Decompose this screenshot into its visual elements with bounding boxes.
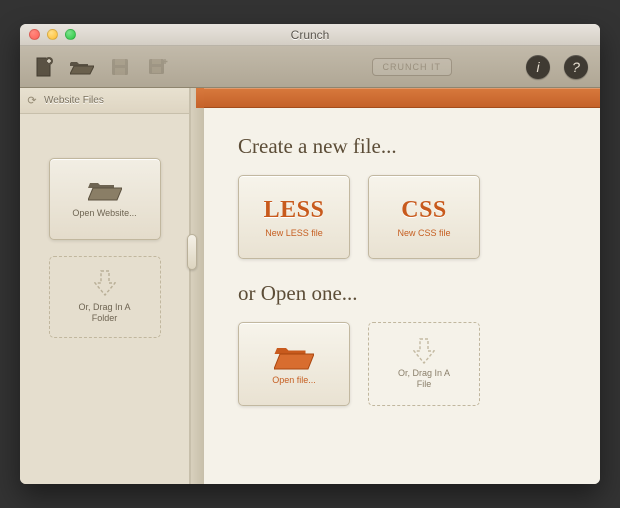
- css-title: CSS: [401, 197, 447, 224]
- less-subtitle: New LESS file: [265, 228, 323, 238]
- app-window: Crunch: [20, 24, 600, 484]
- sidebar: ⟳ Website Files Open Website... Or, Drag…: [20, 88, 190, 484]
- open-file-label: Open file...: [272, 375, 316, 385]
- folder-open-icon: [70, 58, 94, 76]
- folder-open-icon: [88, 178, 122, 202]
- open-heading: or Open one...: [238, 281, 570, 306]
- toolbar: CRUNCH IT i ?: [20, 46, 600, 88]
- refresh-icon: ⟳: [27, 95, 36, 107]
- css-subtitle: New CSS file: [397, 228, 450, 238]
- new-less-file-button[interactable]: LESS New LESS file: [238, 175, 350, 259]
- drag-file-dropzone[interactable]: Or, Drag In A File: [368, 322, 480, 406]
- info-button[interactable]: i: [526, 55, 550, 79]
- open-folder-toolbar-button[interactable]: [70, 55, 94, 79]
- main-panel: Create a new file... LESS New LESS file …: [204, 88, 600, 484]
- drag-folder-label: Or, Drag In A Folder: [78, 302, 130, 325]
- window-title: Crunch: [20, 28, 600, 42]
- download-arrow-icon: [94, 270, 116, 296]
- sidebar-title: Website Files: [44, 95, 104, 106]
- save-as-toolbar-button: [146, 55, 170, 79]
- titlebar[interactable]: Crunch: [20, 24, 600, 46]
- new-css-file-button[interactable]: CSS New CSS file: [368, 175, 480, 259]
- less-title: LESS: [264, 197, 325, 224]
- resize-handle[interactable]: [187, 234, 197, 270]
- help-icon: ?: [572, 59, 580, 75]
- refresh-button[interactable]: ⟳: [20, 94, 44, 107]
- crunch-it-badge: CRUNCH IT: [372, 58, 453, 76]
- new-file-toolbar-button[interactable]: [32, 55, 56, 79]
- drag-file-label: Or, Drag In A File: [398, 368, 450, 391]
- help-button[interactable]: ?: [564, 55, 588, 79]
- open-website-label: Open Website...: [72, 208, 136, 219]
- folder-open-icon: [274, 343, 314, 371]
- drag-folder-dropzone[interactable]: Or, Drag In A Folder: [49, 256, 161, 338]
- open-website-button[interactable]: Open Website...: [49, 158, 161, 240]
- create-heading: Create a new file...: [238, 134, 570, 159]
- new-file-icon: [35, 57, 53, 77]
- save-toolbar-button: [108, 55, 132, 79]
- open-file-button[interactable]: Open file...: [238, 322, 350, 406]
- info-icon: i: [536, 59, 539, 75]
- download-arrow-icon: [413, 338, 435, 364]
- pane-divider: [190, 88, 204, 484]
- disk-plus-icon: [148, 57, 168, 77]
- disk-icon: [111, 58, 129, 76]
- sidebar-header: ⟳ Website Files: [20, 88, 189, 114]
- accent-bar: [204, 88, 600, 108]
